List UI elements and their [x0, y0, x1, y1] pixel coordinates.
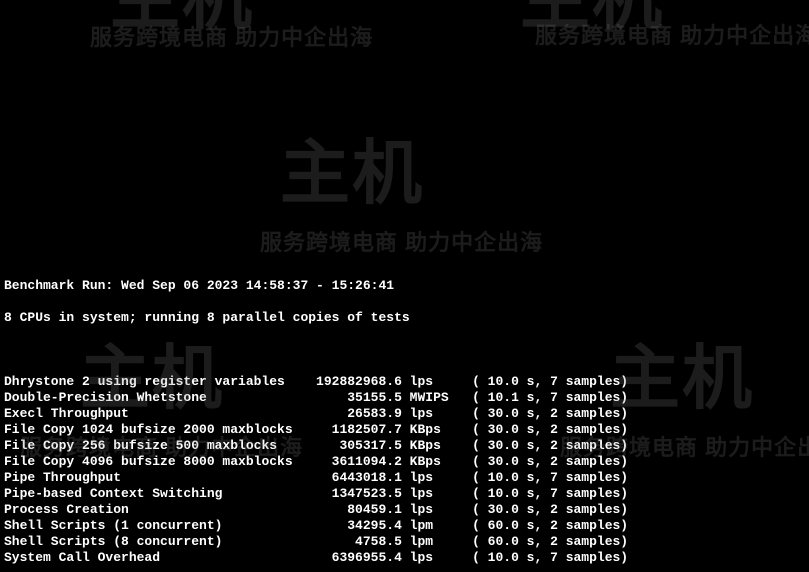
result-row: Double-Precision Whetstone 35155.5 MWIPS… [4, 390, 805, 406]
result-row: Dhrystone 2 using register variables 192… [4, 374, 805, 390]
result-row: File Copy 256 bufsize 500 maxblocks 3053… [4, 438, 805, 454]
blank [4, 342, 805, 358]
run-header: Benchmark Run: Wed Sep 06 2023 14:58:37 … [4, 278, 805, 294]
result-row: System Call Overhead 6396955.4 lps ( 10.… [4, 550, 805, 566]
watermark-logo-2: 主机 [520, 0, 664, 6]
results-block: Dhrystone 2 using register variables 192… [4, 374, 805, 566]
result-row: File Copy 4096 bufsize 8000 maxblocks 36… [4, 454, 805, 470]
result-row: Shell Scripts (8 concurrent) 4758.5 lpm … [4, 534, 805, 550]
terminal-output: Benchmark Run: Wed Sep 06 2023 14:58:37 … [4, 262, 805, 572]
result-row: Shell Scripts (1 concurrent) 34295.4 lpm… [4, 518, 805, 534]
cpu-header: 8 CPUs in system; running 8 parallel cop… [4, 310, 805, 326]
watermark-slogan-2: 服务跨境电商 助力中企出海 [535, 28, 809, 44]
watermark-slogan-1: 服务跨境电商 助力中企出海 [90, 30, 373, 46]
result-row: Pipe Throughput 6443018.1 lps ( 10.0 s, … [4, 470, 805, 486]
result-row: Process Creation 80459.1 lps ( 30.0 s, 2… [4, 502, 805, 518]
result-row: Execl Throughput 26583.9 lps ( 30.0 s, 2… [4, 406, 805, 422]
watermark-slogan-3: 服务跨境电商 助力中企出海 [260, 235, 543, 251]
result-row: File Copy 1024 bufsize 2000 maxblocks 11… [4, 422, 805, 438]
watermark-logo-1: 主机 [110, 0, 254, 6]
result-row: Pipe-based Context Switching 1347523.5 l… [4, 486, 805, 502]
watermark-logo-3: 主机 [280, 165, 424, 181]
